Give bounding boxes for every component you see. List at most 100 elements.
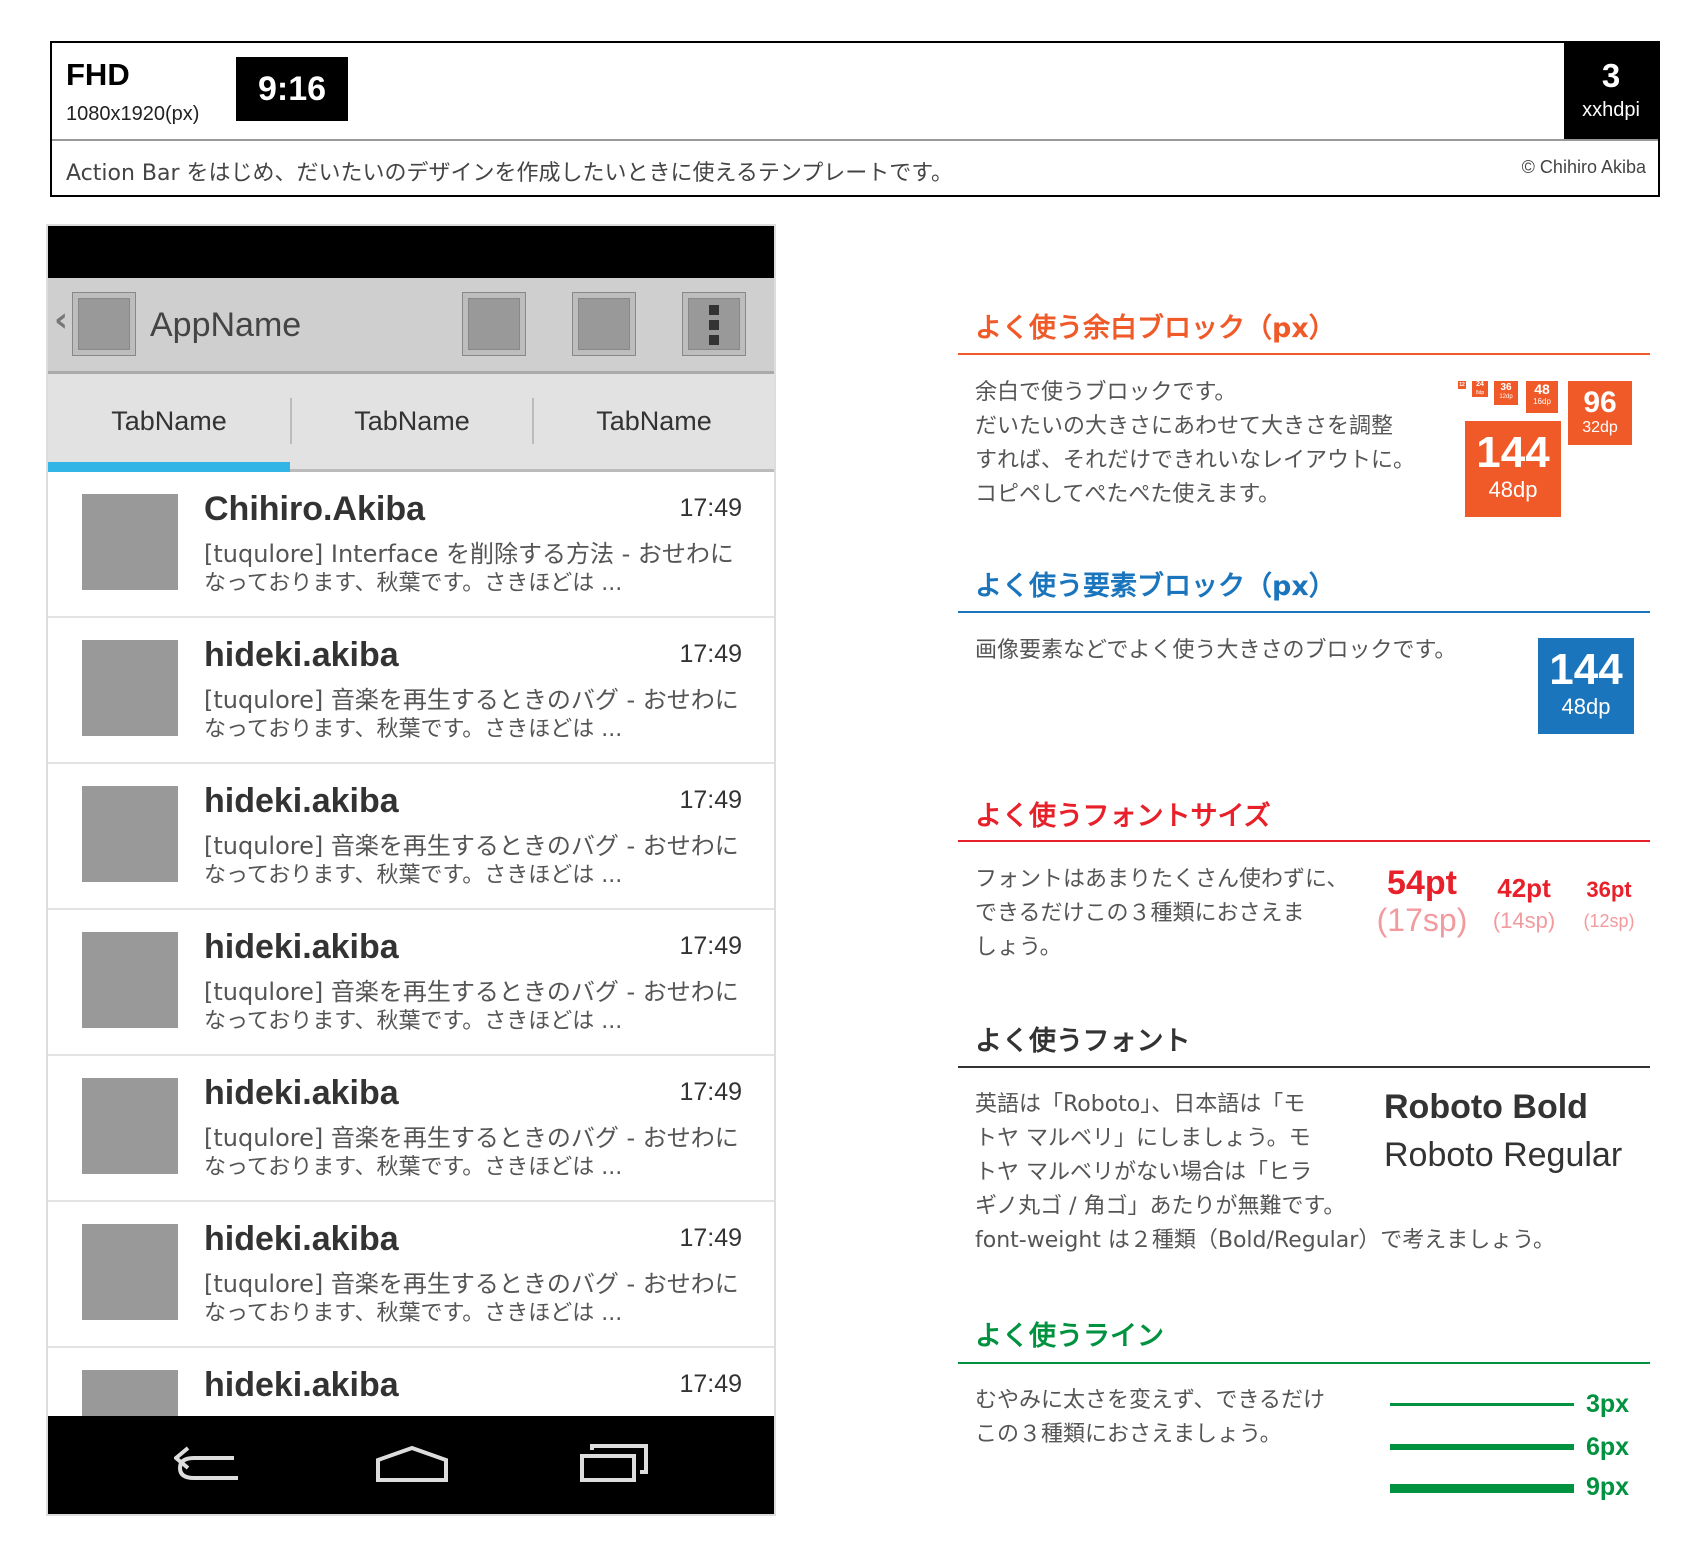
action-button-2[interactable]: [578, 298, 630, 350]
lines-section-body: むやみに太さを変えず、できるだけ この３種類におさえましょう。: [975, 1384, 1325, 1452]
resolution-name: FHD: [66, 57, 130, 92]
font-size-section-rule: [958, 840, 1650, 842]
spacing-block-96: 96 32dp: [1568, 381, 1632, 445]
back-icon[interactable]: [174, 1444, 244, 1484]
block-px: 36: [1500, 382, 1512, 393]
spacing-section-title: よく使う余白ブロック（px）: [975, 313, 1336, 344]
size-sp: (17sp): [1376, 902, 1468, 938]
block-dp: 48dp: [1488, 477, 1538, 502]
body-line: この３種類におさえましょう。: [975, 1422, 1282, 1447]
back-chevron-icon[interactable]: ‹: [54, 300, 68, 340]
list-item[interactable]: hideki.akiba 17:49 [tuqulore] 音楽を再生するときの…: [48, 1202, 774, 1348]
list-item[interactable]: hideki.akiba 17:49 [tuqulore] 音楽を再生するときの…: [48, 618, 774, 764]
block-dp: 12dp: [1499, 394, 1513, 400]
line-label-9px: 9px: [1586, 1473, 1630, 1501]
tab-1[interactable]: TabName: [48, 374, 290, 469]
tab-2[interactable]: TabName: [292, 374, 532, 469]
app-name: AppName: [150, 306, 302, 344]
sender-name: hideki.akiba: [204, 782, 399, 820]
body-line: 画像要素などでよく使う大きさのブロックです。: [975, 638, 1457, 663]
avatar: [82, 932, 178, 1028]
avatar: [82, 786, 178, 882]
spacing-block-36: 36 12dp: [1494, 381, 1518, 405]
body-line: むやみに太さを変えず、できるだけ: [975, 1388, 1326, 1413]
list-item[interactable]: hideki.akiba 17:49 [tuqulore] 音楽を再生するときの…: [48, 1056, 774, 1202]
block-px: 144: [1549, 645, 1623, 694]
body-line: だいたいの大きさにあわせて大きさを調整: [975, 414, 1394, 439]
sender-name: hideki.akiba: [204, 928, 399, 966]
home-icon[interactable]: [374, 1444, 450, 1484]
message-preview-line1: [tuqulore] 音楽を再生するときのバグ - おせわに: [204, 832, 739, 860]
message-time: 17:49: [679, 640, 742, 668]
font-sample-bold: Roboto Bold: [1384, 1088, 1588, 1126]
message-preview-line2: なっております、秋葉です。さきほどは ...: [204, 1155, 623, 1180]
message-time: 17:49: [679, 1370, 742, 1398]
body-line: コピペしてぺたぺた使えます。: [975, 482, 1281, 507]
line-sample-3px: [1390, 1403, 1574, 1406]
font-size-sample-42: 42pt (14sp): [1484, 872, 1564, 938]
tab-3[interactable]: TabName: [534, 374, 774, 469]
header-spec-row: FHD 1080x1920(px) 9:16 3 xxhdpi: [52, 43, 1658, 141]
template-header: FHD 1080x1920(px) 9:16 3 xxhdpi Action B…: [50, 41, 1660, 197]
action-button-1[interactable]: [468, 298, 520, 350]
body-line: font-weight は２種類（Bold/Regular）で考えましょう。: [975, 1228, 1555, 1253]
overflow-menu-button[interactable]: [688, 298, 740, 350]
element-section-rule: [958, 611, 1650, 613]
size-pt: 36pt: [1586, 877, 1632, 902]
status-bar: [48, 226, 774, 278]
block-dp: 48dp: [1561, 694, 1611, 719]
resolution-px: 1080x1920(px): [66, 103, 200, 125]
spacing-block-48: 48 16dp: [1526, 381, 1558, 413]
sender-name: Chihiro.Akiba: [204, 490, 426, 528]
avatar: [82, 494, 178, 590]
spacing-block-24: 24 8dp: [1472, 381, 1488, 397]
sender-name: hideki.akiba: [204, 1366, 399, 1404]
block-dp: 8dp: [1475, 390, 1485, 396]
body-line: ギノ丸ゴ / 角ゴ」あたりが無難です。: [975, 1194, 1346, 1219]
fonts-section-title: よく使うフォント: [975, 1026, 1191, 1057]
line-sample-6px: [1390, 1444, 1574, 1450]
list-item[interactable]: hideki.akiba 17:49 [tuqulore] 音楽を再生するときの…: [48, 764, 774, 910]
tab-bar: TabName TabName TabName: [48, 374, 774, 472]
list-item[interactable]: hideki.akiba 17:49 [tuqulore] 音楽を再生するときの…: [48, 910, 774, 1056]
size-sp: (14sp): [1492, 908, 1556, 933]
app-icon[interactable]: [78, 298, 130, 350]
body-line: フォントはあまりたくさん使わずに、: [975, 867, 1349, 892]
font-size-sample-54: 54pt (17sp): [1372, 864, 1472, 938]
font-size-section-title: よく使うフォントサイズ: [975, 801, 1271, 832]
message-time: 17:49: [679, 932, 742, 960]
message-preview-line1: [tuqulore] Interface を削除する方法 - おせわに: [204, 540, 734, 568]
fonts-section-rule: [958, 1066, 1650, 1068]
line-label-3px: 3px: [1586, 1390, 1630, 1418]
message-preview-line2: なっております、秋葉です。さきほどは ...: [204, 571, 623, 596]
spacing-section-body: 余白で使うブロックです。 だいたいの大きさにあわせて大きさを調整 すれば、それだ…: [975, 376, 1415, 512]
action-bar: ‹ AppName: [48, 278, 774, 374]
size-pt: 54pt: [1387, 864, 1457, 902]
message-preview-line2: なっております、秋葉です。さきほどは ...: [204, 717, 623, 742]
spacing-block-144: 144 48dp: [1465, 421, 1561, 517]
message-time: 17:49: [679, 1078, 742, 1106]
message-preview-line1: [tuqulore] 音楽を再生するときのバグ - おせわに: [204, 978, 739, 1006]
list-item[interactable]: hideki.akiba 17:49: [48, 1348, 774, 1416]
body-line: 余白で使うブロックです。: [975, 380, 1237, 405]
sender-name: hideki.akiba: [204, 1074, 399, 1112]
sender-name: hideki.akiba: [204, 1220, 399, 1258]
list-item[interactable]: Chihiro.Akiba 17:49 [tuqulore] Interface…: [48, 472, 774, 618]
message-preview-line2: なっております、秋葉です。さきほどは ...: [204, 1301, 623, 1326]
recent-apps-icon[interactable]: [578, 1442, 650, 1484]
block-px: 144: [1476, 428, 1550, 477]
message-preview-line2: なっております、秋葉です。さきほどは ...: [204, 1009, 623, 1034]
navigation-bar: [48, 1416, 774, 1514]
body-line: できるだけこの３種類におさえま: [975, 901, 1305, 926]
avatar: [82, 1078, 178, 1174]
message-preview-line1: [tuqulore] 音楽を再生するときのバグ - おせわに: [204, 1124, 739, 1152]
element-block-144: 144 48dp: [1538, 638, 1634, 734]
message-preview-line2: なっております、秋葉です。さきほどは ...: [204, 863, 623, 888]
aspect-ratio-badge: 9:16: [236, 57, 348, 121]
lines-section-title: よく使うライン: [975, 1321, 1164, 1352]
block-dp: 32dp: [1582, 419, 1618, 436]
avatar: [82, 1224, 178, 1320]
block-px: 24: [1476, 381, 1484, 388]
spacing-block-12: 12: [1458, 381, 1466, 389]
avatar: [82, 1370, 178, 1416]
